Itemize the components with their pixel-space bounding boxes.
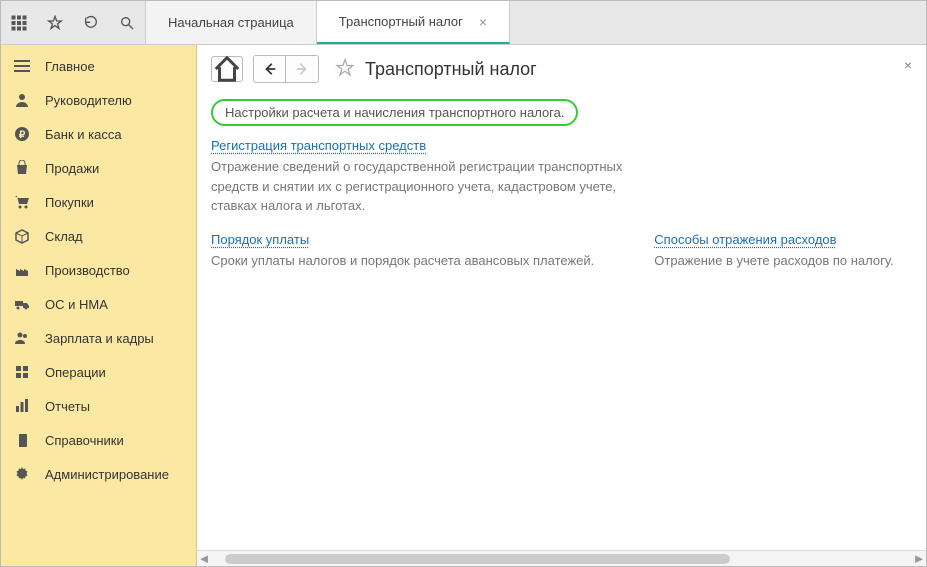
sidebar-item-label: Зарплата и кадры (45, 331, 154, 346)
desc-payment: Сроки уплаты налогов и порядок расчета а… (211, 251, 594, 271)
tab-label: Транспортный налог (339, 14, 463, 29)
favorite-icon[interactable] (335, 58, 355, 81)
main-panel: Транспортный налог × Настройки расчета и… (197, 45, 926, 566)
sidebar-item-warehouse[interactable]: Склад (1, 219, 196, 253)
close-icon[interactable]: × (479, 14, 487, 30)
tab-transport-tax[interactable]: Транспортный налог × (317, 1, 510, 44)
sidebar-item-label: Справочники (45, 433, 124, 448)
apps-icon[interactable] (1, 1, 37, 44)
horizontal-scrollbar[interactable]: ◄ ► (197, 550, 926, 566)
sidebar-item-label: Производство (45, 263, 130, 278)
nav-buttons (253, 55, 319, 83)
history-icon[interactable] (73, 1, 109, 44)
book-icon (13, 431, 31, 449)
sidebar-item-label: Склад (45, 229, 83, 244)
factory-icon (13, 261, 31, 279)
operations-icon (13, 363, 31, 381)
sidebar-item-label: Отчеты (45, 399, 90, 414)
sidebar-item-main[interactable]: Главное (1, 49, 196, 83)
sidebar-item-salary-hr[interactable]: Зарплата и кадры (1, 321, 196, 355)
home-button[interactable] (211, 56, 243, 82)
link-expenses[interactable]: Способы отражения расходов (654, 232, 836, 247)
truck-icon (13, 295, 31, 313)
sidebar-item-operations[interactable]: Операции (1, 355, 196, 389)
sidebar-item-manager[interactable]: Руководителю (1, 83, 196, 117)
topbar: Начальная страница Транспортный налог × (1, 1, 926, 45)
star-icon[interactable] (37, 1, 73, 44)
sidebar-item-label: Покупки (45, 195, 94, 210)
sidebar-item-reports[interactable]: Отчеты (1, 389, 196, 423)
sidebar-item-label: ОС и НМА (45, 297, 108, 312)
sidebar-item-label: Руководителю (45, 93, 132, 108)
sidebar: Главное Руководителю ₽ Банк и касса Прод… (1, 45, 197, 566)
search-icon[interactable] (109, 1, 145, 44)
ruble-icon: ₽ (13, 125, 31, 143)
tab-bar: Начальная страница Транспортный налог × (146, 1, 510, 44)
sidebar-item-references[interactable]: Справочники (1, 423, 196, 457)
svg-text:₽: ₽ (19, 130, 26, 141)
link-registration[interactable]: Регистрация транспортных средств (211, 138, 426, 153)
scroll-left-icon[interactable]: ◄ (197, 551, 211, 566)
menu-icon (13, 57, 31, 75)
scrollbar-thumb[interactable] (225, 554, 730, 564)
forward-button[interactable] (286, 56, 318, 82)
people-icon (13, 329, 31, 347)
desc-registration: Отражение сведений о государственной рег… (211, 157, 631, 216)
sidebar-item-label: Операции (45, 365, 106, 380)
tab-home[interactable]: Начальная страница (146, 1, 317, 44)
sidebar-item-admin[interactable]: Администрирование (1, 457, 196, 491)
page-title: Транспортный налог (365, 59, 537, 80)
sidebar-item-label: Продажи (45, 161, 99, 176)
content-area: Настройки расчета и начисления транспорт… (197, 93, 926, 550)
sidebar-item-production[interactable]: Производство (1, 253, 196, 287)
link-payment[interactable]: Порядок уплаты (211, 232, 309, 247)
sidebar-item-sales[interactable]: Продажи (1, 151, 196, 185)
back-button[interactable] (254, 56, 286, 82)
topbar-actions (1, 1, 146, 44)
sidebar-item-label: Банк и касса (45, 127, 122, 142)
page-header: Транспортный налог × (197, 45, 926, 93)
box-icon (13, 227, 31, 245)
sidebar-item-label: Администрирование (45, 467, 169, 482)
close-page-icon[interactable]: × (904, 57, 912, 73)
sidebar-item-bank[interactable]: ₽ Банк и касса (1, 117, 196, 151)
desc-expenses: Отражение в учете расходов по налогу. (654, 251, 893, 271)
bag-icon (13, 159, 31, 177)
scroll-right-icon[interactable]: ► (912, 551, 926, 566)
sidebar-item-label: Главное (45, 59, 95, 74)
gear-icon (13, 465, 31, 483)
chart-icon (13, 397, 31, 415)
sidebar-item-purchases[interactable]: Покупки (1, 185, 196, 219)
highlight-note: Настройки расчета и начисления транспорт… (211, 99, 578, 126)
sidebar-item-assets[interactable]: ОС и НМА (1, 287, 196, 321)
person-icon (13, 91, 31, 109)
cart-icon (13, 193, 31, 211)
tab-label: Начальная страница (168, 15, 294, 30)
